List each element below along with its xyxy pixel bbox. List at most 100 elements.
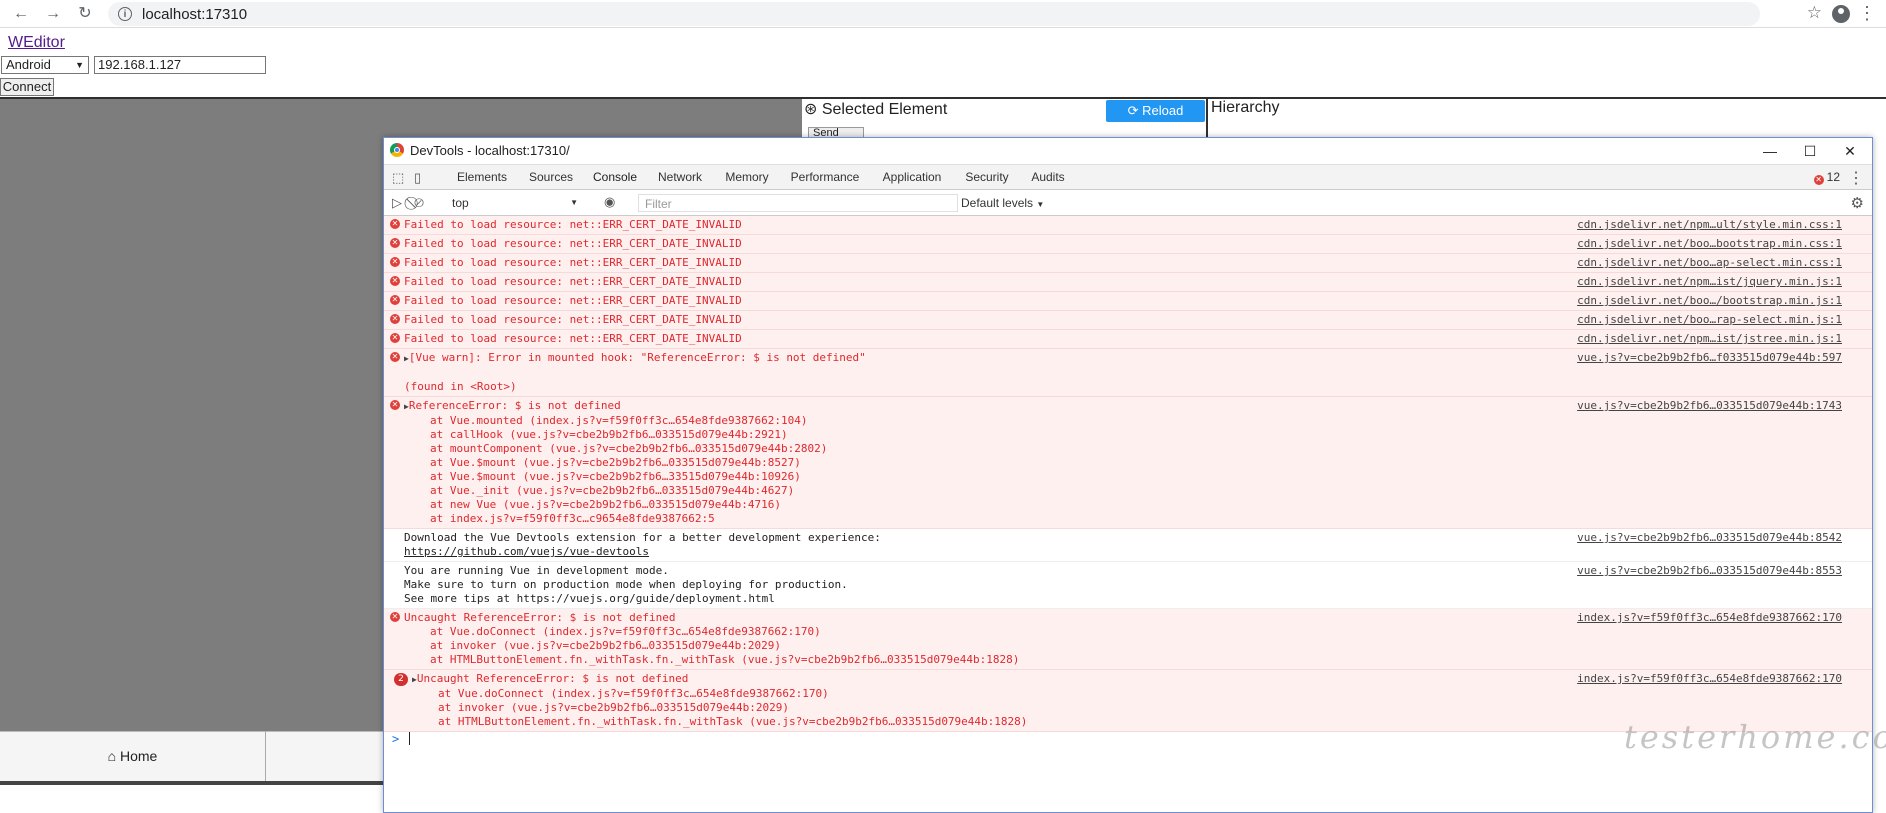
message-body: ReferenceError: $ is not defined	[408, 399, 621, 412]
weditor-link[interactable]: WEditor	[8, 34, 65, 52]
stack-frame[interactable]: at callHook (vue.js?v=cbe2b9b2fb6…033515…	[404, 428, 1572, 442]
source-link[interactable]: vue.js?v=cbe2b9b2fb6…033515d079e44b:8542	[1577, 531, 1842, 545]
message-body: Failed to load resource: net::ERR_CERT_D…	[404, 256, 742, 269]
stack-frame[interactable]: at index.js?v=f59f0ff3c…c9654e8fde938766…	[404, 512, 1572, 526]
source-link[interactable]: vue.js?v=cbe2b9b2fb6…033515d079e44b:8553	[1577, 564, 1842, 578]
message-body: Failed to load resource: net::ERR_CERT_D…	[404, 218, 742, 231]
error-icon: ✕	[390, 612, 400, 622]
stack-frame[interactable]: at Vue.mounted (index.js?v=f59f0ff3c…654…	[404, 414, 1572, 428]
sidebar-toggle-icon[interactable]: ▷	[392, 195, 402, 211]
reload-icon[interactable]: ↻	[74, 3, 96, 25]
stack-frame[interactable]: at Vue.$mount (vue.js?v=cbe2b9b2fb6…3351…	[404, 470, 1572, 484]
stack-frame[interactable]: at HTMLButtonElement.fn._withTask.fn._wi…	[404, 653, 1572, 667]
log-levels-select[interactable]: Default levels ▼	[961, 195, 1044, 213]
address-bar[interactable]: i localhost:17310	[108, 2, 1760, 26]
message-text: You are running Vue in development mode.	[404, 564, 1572, 578]
error-icon: ✕	[390, 333, 400, 343]
tab-console[interactable]: Console	[584, 165, 646, 192]
stack-frame[interactable]: at Vue.$mount (vue.js?v=cbe2b9b2fb6…0335…	[404, 456, 1572, 470]
error-icon: ✕	[390, 238, 400, 248]
account-icon[interactable]	[1832, 5, 1850, 23]
stack-frame[interactable]: at mountComponent (vue.js?v=cbe2b9b2fb6……	[404, 442, 1572, 456]
error-icon: ✕	[390, 219, 400, 229]
source-link[interactable]: vue.js?v=cbe2b9b2fb6…033515d079e44b:1743	[1577, 399, 1842, 413]
message-text: Failed to load resource: net::ERR_CERT_D…	[404, 332, 1572, 346]
message-text: Failed to load resource: net::ERR_CERT_D…	[404, 256, 1572, 270]
source-link[interactable]: cdn.jsdelivr.net/boo…/bootstrap.min.js:1	[1577, 294, 1842, 308]
context-select[interactable]: top ▼	[452, 195, 584, 211]
close-icon[interactable]: ✕	[1830, 140, 1870, 162]
hierarchy-title: Hierarchy	[1211, 99, 1280, 116]
message-line[interactable]: See more tips at https://vuejs.org/guide…	[404, 592, 1572, 606]
stack-frame[interactable]: at new Vue (vue.js?v=cbe2b9b2fb6…033515d…	[404, 498, 1572, 512]
source-link[interactable]: cdn.jsdelivr.net/npm…ist/jstree.min.js:1	[1577, 332, 1842, 346]
console-toolbar: ▷ ⃠⊘ top ▼ ◉ Filter Default levels ▼ ⚙	[384, 190, 1872, 216]
platform-select[interactable]: Android ▼	[1, 56, 89, 74]
devtools-titlebar[interactable]: DevTools - localhost:17310/ — ☐ ✕	[384, 138, 1872, 164]
device-ip-input[interactable]: 192.168.1.127	[94, 56, 266, 74]
console-message: Download the Vue Devtools extension for …	[384, 529, 1872, 562]
tab-sources[interactable]: Sources	[518, 165, 584, 190]
source-link[interactable]: cdn.jsdelivr.net/boo…ap-select.min.css:1	[1577, 256, 1842, 270]
stack-frame[interactable]: at HTMLButtonElement.fn._withTask.fn._wi…	[412, 715, 1572, 729]
home-button[interactable]: ⌂ Home	[0, 731, 266, 781]
console-message: ✕ Failed to load resource: net::ERR_CERT_…	[384, 235, 1872, 254]
refresh-icon: ⟳	[1127, 103, 1139, 118]
maximize-icon[interactable]: ☐	[1790, 140, 1830, 162]
error-icon: ✕	[390, 314, 400, 324]
source-link[interactable]: vue.js?v=cbe2b9b2fb6…f033515d079e44b:597	[1577, 351, 1842, 365]
message-text: Failed to load resource: net::ERR_CERT_D…	[404, 275, 1572, 289]
device-toolbar-icon[interactable]: ▯	[414, 170, 421, 186]
tab-application[interactable]: Application	[870, 165, 954, 190]
stack-frame[interactable]: at invoker (vue.js?v=cbe2b9b2fb6…033515d…	[412, 701, 1572, 715]
error-icon: ✕	[390, 352, 400, 362]
message-body: Failed to load resource: net::ERR_CERT_D…	[404, 294, 742, 307]
error-count-badge[interactable]: ✕ 12	[1813, 170, 1840, 185]
console-message: ✕ ▶[Vue warn]: Error in mounted hook: "Re…	[384, 349, 1872, 397]
error-icon: ✕	[390, 295, 400, 305]
source-link[interactable]: cdn.jsdelivr.net/boo…rap-select.min.js:1	[1577, 313, 1842, 327]
minimize-icon[interactable]: —	[1750, 140, 1790, 162]
text-caret	[409, 732, 411, 745]
eye-icon[interactable]: ◉	[604, 194, 615, 210]
message-line[interactable]: https://github.com/vuejs/vue-devtools	[404, 545, 1572, 559]
tab-network[interactable]: Network	[646, 165, 714, 190]
clear-console-icon[interactable]: ⃠⊘	[414, 195, 424, 211]
prompt-chevron-icon: >	[392, 732, 400, 746]
site-info-icon[interactable]: i	[118, 7, 132, 21]
gear-icon[interactable]: ⚙	[1851, 194, 1864, 212]
source-link[interactable]: cdn.jsdelivr.net/npm…ult/style.min.css:1	[1577, 218, 1842, 232]
back-icon[interactable]: ←	[10, 3, 32, 25]
inspect-element-icon[interactable]: ⬚	[392, 170, 404, 186]
connect-button[interactable]: Connect	[0, 78, 54, 96]
source-link[interactable]: cdn.jsdelivr.net/npm…ist/jquery.min.js:1	[1577, 275, 1842, 289]
console-message: ✕ Failed to load resource: net::ERR_CERT_…	[384, 216, 1872, 235]
filter-input[interactable]: Filter	[638, 194, 958, 212]
tab-memory[interactable]: Memory	[714, 165, 780, 190]
stack-frame[interactable]: at Vue._init (vue.js?v=cbe2b9b2fb6…03351…	[404, 484, 1572, 498]
reload-button[interactable]: ⟳ Reload	[1106, 100, 1205, 122]
tab-performance[interactable]: Performance	[780, 165, 870, 190]
tab-audits[interactable]: Audits	[1020, 165, 1076, 190]
message-line: Make sure to turn on production mode whe…	[404, 578, 848, 591]
home-icon: ⌂	[107, 748, 117, 764]
source-link[interactable]: cdn.jsdelivr.net/boo…bootstrap.min.css:1	[1577, 237, 1842, 251]
source-link[interactable]: index.js?v=f59f0ff3c…654e8fde9387662:170	[1577, 672, 1842, 686]
error-icon: ✕	[1813, 175, 1824, 185]
bookmark-star-icon[interactable]: ☆	[1807, 3, 1822, 23]
panel-divider[interactable]	[1206, 99, 1208, 137]
devtools-title: DevTools - localhost:17310/	[410, 143, 570, 158]
stack-frame[interactable]: at Vue.doConnect (index.js?v=f59f0ff3c…6…	[412, 687, 1572, 701]
source-link[interactable]: index.js?v=f59f0ff3c…654e8fde9387662:170	[1577, 611, 1842, 625]
selected-element-title: ⊛ Selected Element	[804, 101, 948, 118]
browser-menu-icon[interactable]: ⋮	[1858, 2, 1876, 24]
tab-elements[interactable]: Elements	[446, 165, 518, 190]
more-options-icon[interactable]: ⋮	[1848, 168, 1864, 188]
tab-security[interactable]: Security	[954, 165, 1020, 190]
chevron-down-icon: ▼	[75, 60, 84, 70]
stack-frame[interactable]: at Vue.doConnect (index.js?v=f59f0ff3c…6…	[404, 625, 1572, 639]
message-body: [Vue warn]: Error in mounted hook: "Refe…	[408, 351, 866, 364]
forward-icon[interactable]: →	[42, 3, 64, 25]
console-message: ✕ Failed to load resource: net::ERR_CERT_…	[384, 254, 1872, 273]
stack-frame[interactable]: at invoker (vue.js?v=cbe2b9b2fb6…033515d…	[404, 639, 1572, 653]
